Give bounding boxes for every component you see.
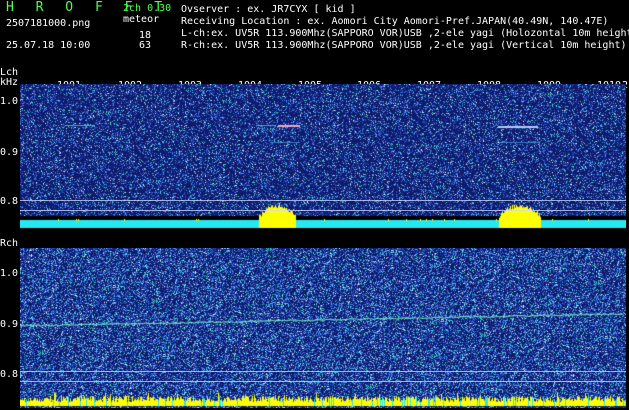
rch-spectrogram[interactable] <box>20 248 626 408</box>
rch-threshold-line <box>20 371 626 372</box>
lch-config-line: L-ch:ex. UV5R 113.900Mhz(SAPPORO VOR)USB… <box>181 28 629 39</box>
rch-channel-label: Rch <box>0 238 19 249</box>
filename-label: 2507181000.png <box>6 18 91 29</box>
lch-unit-label: kHz <box>0 77 19 88</box>
rch-config-line: R-ch:ex. UV5R 113.900Mhz(SAPPORO VOR)USB… <box>181 40 627 51</box>
datetime-label: 25.07.18 10:00 <box>6 40 91 51</box>
lch-tick-0-8: 0.8 <box>0 196 19 207</box>
lch-spectrogram[interactable] <box>20 84 626 230</box>
location-line: Receiving Location : ex. Aomori City Aom… <box>181 16 609 27</box>
rch-tick-0-9: 0.9 <box>0 319 19 330</box>
lch-threshold-line <box>20 200 626 201</box>
rch-tick-1-0: 1.0 <box>0 268 19 279</box>
version-label: 2ch 0.30 <box>123 3 172 14</box>
lch-tick-1-0: 1.0 <box>0 96 19 107</box>
lch-tick-0-9: 0.9 <box>0 147 19 158</box>
rch-meteor-count: 63 <box>139 40 152 51</box>
rch-threshold-line-2 <box>20 381 626 382</box>
rch-tick-0-8: 0.8 <box>0 369 19 380</box>
lch-threshold-line-2 <box>20 210 626 211</box>
meteor-label: meteor <box>123 14 160 25</box>
observer-line: Ovserver : ex. JR7CYX [ kid ] <box>181 4 356 15</box>
